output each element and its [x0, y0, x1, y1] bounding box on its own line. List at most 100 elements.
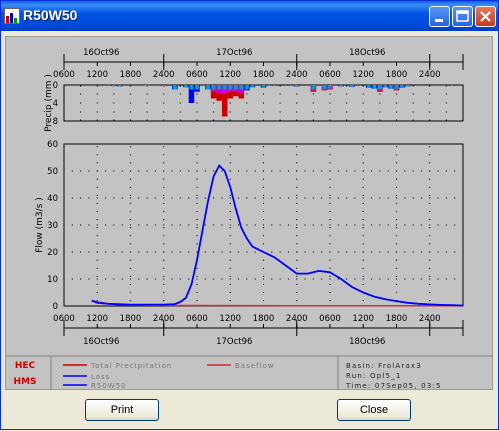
flow-grid-dot	[72, 170, 73, 171]
flow-y-tick-label: 50	[47, 167, 58, 177]
precip-grid-dot	[413, 119, 414, 120]
flow-grid-dot	[246, 251, 247, 252]
precip-grid-dot	[163, 93, 164, 94]
flow-grid-dot	[296, 195, 297, 196]
flow-grid-dot	[454, 278, 455, 279]
precip-grid-dot	[313, 93, 314, 94]
flow-grid-dot	[396, 197, 397, 198]
flow-grid-dot	[163, 260, 164, 261]
top-tick-label: 2400	[419, 70, 441, 80]
flow-grid-dot	[163, 276, 164, 277]
flow-grid-dot	[263, 162, 264, 163]
flow-grid-dot	[171, 278, 172, 279]
flow-grid-dot	[329, 195, 330, 196]
precip-grid-dot	[113, 93, 114, 94]
precip-grid-dot	[379, 93, 380, 94]
flow-grid-dot	[296, 170, 297, 171]
flow-grid-dot	[230, 268, 231, 269]
flow-grid-dot	[122, 170, 123, 171]
flow-grid-dot	[396, 260, 397, 261]
print-button[interactable]: Print	[85, 399, 159, 421]
flow-grid-dot	[196, 268, 197, 269]
precip-grid-dot	[180, 111, 181, 112]
flow-grid-dot	[113, 170, 114, 171]
flow-grid-dot	[329, 243, 330, 244]
flow-grid-dot	[363, 170, 364, 171]
flow-grid-dot	[462, 251, 463, 252]
flow-grid-dot	[130, 251, 131, 252]
flow-grid-dot	[230, 292, 231, 293]
flow-grid-dot	[346, 224, 347, 225]
flow-grid-dot	[80, 224, 81, 225]
precip-grid-dot	[446, 119, 447, 120]
flow-grid-dot	[163, 227, 164, 228]
precip-grid-dot	[180, 119, 181, 120]
flow-grid-dot	[329, 211, 330, 212]
flow-grid-dot	[230, 300, 231, 301]
flow-grid-dot	[63, 197, 64, 198]
flow-grid-dot	[296, 284, 297, 285]
flow-grid-dot	[138, 170, 139, 171]
flow-grid-dot	[180, 170, 181, 171]
precip-bar-top	[339, 85, 343, 86]
flow-grid-dot	[130, 224, 131, 225]
precip-grid-dot	[363, 85, 364, 86]
flow-grid-dot	[321, 251, 322, 252]
precip-grid-dot	[196, 93, 197, 94]
flow-grid-dot	[196, 187, 197, 188]
flow-grid-dot	[346, 251, 347, 252]
precip-grid-dot	[329, 119, 330, 120]
flow-grid-dot	[130, 187, 131, 188]
flow-grid-dot	[230, 260, 231, 261]
flow-grid-dot	[396, 251, 397, 252]
flow-grid-dot	[238, 251, 239, 252]
precip-bar-top	[195, 85, 199, 90]
flow-grid-dot	[130, 268, 131, 269]
flow-grid-dot	[97, 187, 98, 188]
flow-grid-dot	[413, 170, 414, 171]
flow-grid-dot	[196, 195, 197, 196]
flow-grid-dot	[113, 251, 114, 252]
precip-bar-top	[262, 85, 266, 88]
flow-grid-dot	[230, 154, 231, 155]
flow-grid-dot	[271, 251, 272, 252]
precip-grid-dot	[97, 111, 98, 112]
flow-grid-dot	[122, 278, 123, 279]
flow-grid-dot	[396, 146, 397, 147]
flow-grid-dot	[363, 278, 364, 279]
flow-grid-dot	[97, 227, 98, 228]
flow-grid-dot	[437, 251, 438, 252]
precip-grid-dot	[180, 93, 181, 94]
flow-grid-dot	[321, 197, 322, 198]
flow-grid-dot	[105, 170, 106, 171]
flow-grid-dot	[321, 170, 322, 171]
flow-grid-dot	[329, 292, 330, 293]
flow-grid-dot	[97, 170, 98, 171]
flow-grid-dot	[130, 284, 131, 285]
flow-grid-dot	[155, 197, 156, 198]
flow-grid-dot	[230, 224, 231, 225]
close-button[interactable]: Close	[337, 399, 411, 421]
chart-window: R50W50 060012001800240006001200180024000…	[0, 0, 499, 430]
flow-grid-dot	[329, 224, 330, 225]
flow-grid-dot	[130, 197, 131, 198]
flow-grid-dot	[396, 154, 397, 155]
flow-grid-dot	[230, 251, 231, 252]
precip-grid-dot	[130, 85, 131, 86]
flow-grid-dot	[130, 227, 131, 228]
flow-grid-dot	[329, 276, 330, 277]
top-tick-label: 0600	[53, 70, 75, 80]
flow-grid-dot	[246, 197, 247, 198]
precip-grid-dot	[130, 102, 131, 103]
precip-grid-dot	[280, 85, 281, 86]
precip-grid-dot	[429, 111, 430, 112]
flow-grid-dot	[388, 251, 389, 252]
flow-grid-dot	[446, 251, 447, 252]
precip-grid-dot	[363, 93, 364, 94]
flow-grid-dot	[163, 197, 164, 198]
flow-grid-dot	[130, 146, 131, 147]
flow-grid-dot	[413, 197, 414, 198]
flow-grid-dot	[97, 300, 98, 301]
flow-grid-dot	[446, 170, 447, 171]
flow-grid-dot	[72, 251, 73, 252]
